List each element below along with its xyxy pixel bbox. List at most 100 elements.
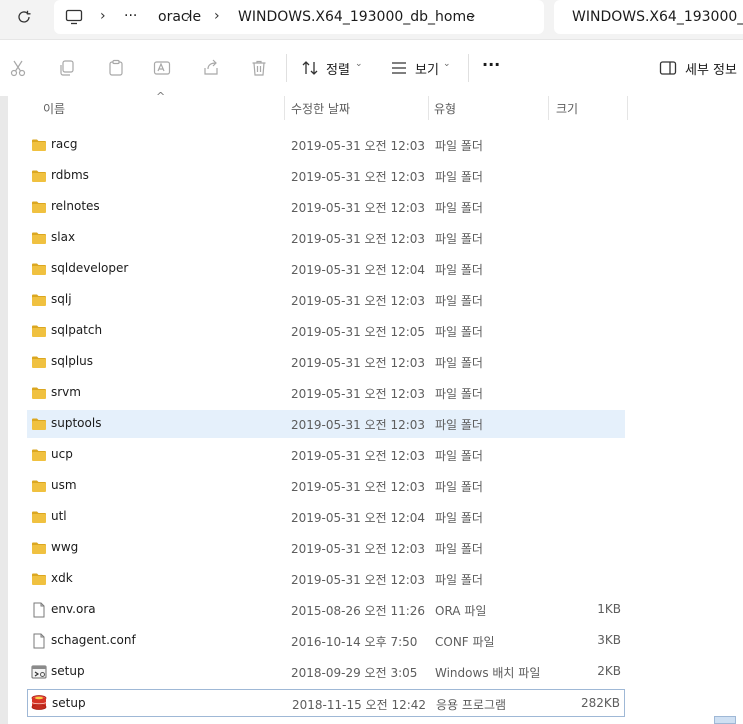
file-row[interactable]: schagent.conf 2016-10-14 오후 7:50 CONF 파일 3K… [27, 627, 625, 655]
file-modified: 2019-05-31 오전 12:03 [291, 201, 426, 215]
command-bar: 정렬 ⌄ 보기 ⌄ ··· 세부 정보 [0, 40, 743, 96]
breadcrumb-chevron-icon[interactable]: › [470, 8, 476, 24]
cut-icon[interactable] [6, 56, 30, 80]
file-modified: 2019-05-31 오전 12:03 [291, 139, 426, 153]
paste-icon[interactable] [104, 56, 128, 80]
sort-icon[interactable] [298, 56, 322, 80]
sort-ascending-icon: ^ [156, 90, 166, 103]
folder-icon [31, 416, 47, 432]
folder-icon [31, 261, 47, 277]
file-modified: 2019-05-31 오전 12:04 [291, 511, 426, 525]
file-row[interactable]: suptools 2019-05-31 오전 12:03 파일 폴더 [27, 410, 625, 438]
breadcrumb-item-oracle[interactable]: oracle [158, 9, 201, 25]
file-icon [31, 633, 47, 649]
file-size: 2KB [597, 664, 621, 678]
share-icon[interactable] [199, 56, 223, 80]
more-options-button[interactable]: ··· [482, 55, 500, 74]
folder-icon [31, 137, 47, 153]
file-modified: 2019-05-31 오전 12:03 [291, 573, 426, 587]
folder-icon [31, 571, 47, 587]
file-name: utl [51, 509, 67, 523]
folder-icon [31, 478, 47, 494]
file-name: env.ora [51, 602, 96, 616]
file-type: Windows 배치 파일 [435, 666, 541, 680]
file-name: sqlplus [51, 354, 94, 368]
refresh-icon[interactable] [14, 7, 34, 27]
address-bar[interactable]: › ··· › oracle › WINDOWS.X64_193000_db_h… [54, 0, 544, 34]
column-divider[interactable] [284, 96, 285, 120]
file-row[interactable]: racg 2019-05-31 오전 12:03 파일 폴더 [27, 131, 625, 159]
file-modified: 2019-05-31 오전 12:03 [291, 232, 426, 246]
file-modified: 2019-05-31 오전 12:03 [291, 294, 426, 308]
file-name: setup [52, 696, 86, 710]
file-name: ucp [51, 447, 73, 461]
navigation-pane-edge [0, 96, 8, 724]
file-modified: 2018-11-15 오전 12:42 [292, 698, 427, 712]
file-row[interactable]: setup 2018-11-15 오전 12:42 응용 프로그램 282KB [27, 689, 625, 717]
file-type: 응용 프로그램 [436, 698, 507, 712]
file-type: 파일 폴더 [435, 573, 483, 587]
column-header-name[interactable]: 이름 [43, 100, 65, 117]
breadcrumb-chevron-icon: › [100, 8, 106, 24]
copy-icon[interactable] [55, 56, 79, 80]
file-name: schagent.conf [51, 633, 136, 647]
file-row[interactable]: setup 2018-09-29 오전 3:05 Windows 배치 파일 2KB [27, 658, 625, 686]
address-bar-overflow[interactable]: WINDOWS.X64_193000_db [554, 0, 743, 34]
folder-icon [31, 168, 47, 184]
column-header-size[interactable]: 크기 [556, 100, 578, 117]
file-row[interactable]: sqlj 2019-05-31 오전 12:03 파일 폴더 [27, 286, 625, 314]
file-row[interactable]: srvm 2019-05-31 오전 12:03 파일 폴더 [27, 379, 625, 407]
details-button[interactable]: 세부 정보 [685, 59, 737, 78]
sort-button[interactable]: 정렬 [326, 59, 350, 78]
column-header-modified[interactable]: 수정한 날짜 [291, 100, 350, 117]
file-type: 파일 폴더 [435, 542, 483, 556]
file-row[interactable]: rdbms 2019-05-31 오전 12:03 파일 폴더 [27, 162, 625, 190]
file-row[interactable]: sqldeveloper 2019-05-31 오전 12:04 파일 폴더 [27, 255, 625, 283]
file-type: 파일 폴더 [435, 356, 483, 370]
file-type: 파일 폴더 [435, 263, 483, 277]
file-icon [31, 602, 47, 618]
file-modified: 2019-05-31 오전 12:03 [291, 449, 426, 463]
view-icon[interactable] [387, 56, 411, 80]
file-row[interactable]: sqlplus 2019-05-31 오전 12:03 파일 폴더 [27, 348, 625, 376]
folder-icon [31, 230, 47, 246]
file-type: 파일 폴더 [435, 325, 483, 339]
file-name: usm [51, 478, 77, 492]
column-divider[interactable] [428, 96, 429, 120]
file-row[interactable]: slax 2019-05-31 오전 12:03 파일 폴더 [27, 224, 625, 252]
rename-icon[interactable] [150, 56, 174, 80]
resize-corner[interactable] [714, 716, 736, 724]
file-modified: 2015-08-26 오전 11:26 [291, 604, 426, 618]
details-pane-icon[interactable] [656, 56, 680, 80]
file-row[interactable]: ucp 2019-05-31 오전 12:03 파일 폴더 [27, 441, 625, 469]
file-modified: 2019-05-31 오전 12:03 [291, 480, 426, 494]
file-row[interactable]: utl 2019-05-31 오전 12:04 파일 폴더 [27, 503, 625, 531]
breadcrumb-more[interactable]: ··· [124, 8, 137, 24]
file-modified: 2019-05-31 오전 12:03 [291, 356, 426, 370]
file-type: 파일 폴더 [435, 201, 483, 215]
delete-icon[interactable] [247, 56, 271, 80]
file-row[interactable]: wwg 2019-05-31 오전 12:03 파일 폴더 [27, 534, 625, 562]
folder-icon [31, 385, 47, 401]
breadcrumb-item-db-home[interactable]: WINDOWS.X64_193000_db_home [238, 9, 475, 25]
file-row[interactable]: xdk 2019-05-31 오전 12:03 파일 폴더 [27, 565, 625, 593]
toolbar-divider [468, 54, 469, 82]
folder-icon [31, 509, 47, 525]
file-row[interactable]: usm 2019-05-31 오전 12:03 파일 폴더 [27, 472, 625, 500]
file-name: suptools [51, 416, 102, 430]
file-name: sqldeveloper [51, 261, 129, 275]
column-divider[interactable] [548, 96, 549, 120]
folder-icon [31, 323, 47, 339]
file-row[interactable]: sqlpatch 2019-05-31 오전 12:05 파일 폴더 [27, 317, 625, 345]
toolbar-divider [286, 54, 287, 82]
file-name: racg [51, 137, 78, 151]
column-header-type[interactable]: 유형 [434, 100, 456, 117]
file-name: srvm [51, 385, 81, 399]
file-row[interactable]: env.ora 2015-08-26 오전 11:26 ORA 파일 1KB [27, 596, 625, 624]
file-type: 파일 폴더 [435, 232, 483, 246]
file-row[interactable]: relnotes 2019-05-31 오전 12:03 파일 폴더 [27, 193, 625, 221]
file-name: xdk [51, 571, 73, 585]
view-button[interactable]: 보기 [415, 59, 439, 78]
chevron-down-icon: ⌄ [355, 59, 363, 69]
column-divider[interactable] [627, 96, 628, 120]
